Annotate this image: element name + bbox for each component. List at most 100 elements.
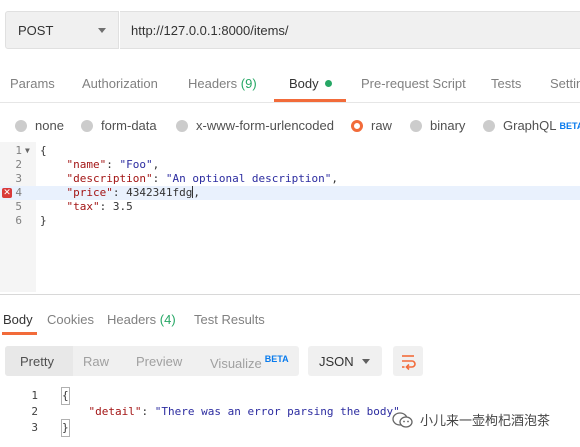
chevron-down-icon [98,28,106,33]
response-view-toggle: Pretty Raw Preview Visualize BETA [5,346,299,376]
line-number: 3 [15,172,22,185]
editor-line: 5 "tax": 3.5 [0,200,580,214]
tab-tests-label: Tests [491,76,522,91]
code-text: { [61,387,70,405]
radio-urlencoded[interactable]: x-www-form-urlencoded [176,118,334,133]
radio-raw-label: raw [371,118,392,133]
wrap-lines-icon [402,355,416,371]
tab-headers[interactable]: Headers (9) [188,76,257,91]
wechat-logo-icon [392,411,413,428]
view-visualize-button[interactable]: Visualize BETA [210,354,289,371]
json-key: "price" [66,186,113,199]
format-label: JSON [319,353,354,369]
radio-form-data[interactable]: form-data [81,118,157,133]
tab-authorization[interactable]: Authorization [82,76,158,91]
response-line: 1 { [0,387,580,405]
editor-line: 2 "name": "Foo", [0,158,580,172]
view-raw-label: Raw [83,354,110,369]
code-text: "description": "An optional description"… [66,172,339,185]
tab-pre-request-script[interactable]: Pre-request Script [361,76,466,91]
beta-badge: BETA [559,120,580,131]
response-tabs: Body Cookies Headers (4) Test Results [0,306,580,336]
line-number: 1 [31,389,38,402]
tab-body-label: Body [289,76,319,91]
beta-badge: BETA [264,354,289,364]
wrap-lines-button[interactable] [393,346,423,376]
radio-urlencoded-label: x-www-form-urlencoded [196,118,334,133]
radio-raw[interactable]: raw [351,118,392,133]
json-value-invalid: 4342341fdg [126,186,193,199]
radio-selected-icon [351,119,363,132]
pane-divider[interactable] [0,294,580,295]
tab-headers-label: Headers [188,76,238,91]
view-pretty-button[interactable]: Pretty [20,354,54,369]
json-value: "An optional description" [165,172,332,185]
request-tabs: Params Authorization Headers (9) Body Pr… [0,62,580,103]
json-key: "name" [66,158,107,171]
code-text: } [40,214,47,227]
code-text: } [61,419,70,437]
json-key: "description" [66,172,153,185]
line-number: 2 [31,405,38,418]
format-select[interactable]: JSON [308,346,382,376]
view-pretty-label: Pretty [20,354,54,369]
view-raw-button[interactable]: Raw [83,354,109,369]
radio-form-data-label: form-data [101,118,157,133]
view-preview-button[interactable]: Preview [136,354,182,369]
editor-line: 3 "description": "An optional descriptio… [0,172,580,186]
radio-binary-label: binary [430,118,466,133]
line-number: 2 [15,158,22,171]
line-number: 1 [15,144,22,157]
radio-none-label: none [35,118,64,133]
json-value: "There was an error parsing the body" [154,405,400,418]
code-text: "tax": 3.5 [66,200,133,213]
fold-arrow-icon[interactable]: ▼ [25,144,30,158]
code-text: { [40,144,47,157]
json-key: "tax" [66,200,100,213]
url-input[interactable]: http://127.0.0.1:8000/items/ [120,11,580,49]
tab-tests[interactable]: Tests [491,76,521,91]
line-number: 3 [31,421,38,434]
response-tab-headers[interactable]: Headers (4) [107,312,176,327]
radio-graphql[interactable]: GraphQLBETA [483,118,580,133]
headers-count-badge: (9) [240,76,257,91]
tab-params[interactable]: Params [10,76,55,91]
method-select[interactable]: POST [5,11,119,49]
request-body-editor[interactable]: 1 ▼ { 2 "name": "Foo", 3 "description": … [0,142,580,292]
view-visualize-label: Visualize [210,356,262,371]
json-key: "detail" [88,405,142,418]
tab-authorization-label: Authorization [82,76,158,91]
line-number: 4 [15,186,22,199]
editor-line: 1 ▼ { [0,144,580,158]
response-tab-body-label: Body [3,312,33,327]
radio-none[interactable]: none [15,118,64,133]
response-tab-test-results-label: Test Results [194,312,265,327]
watermark-text: 小儿来一壶枸杞酒泡茶 [420,414,551,429]
tab-settings-label: Settin [550,76,580,91]
radio-circle-icon [410,119,422,132]
code-text: "price": 4342341fdg, [66,186,200,199]
method-label: POST [18,22,54,38]
json-value: "Foo" [119,158,153,171]
radio-circle-icon [15,119,27,132]
code-text: "detail": "There was an error parsing th… [88,405,400,418]
radio-circle-icon [483,119,495,132]
response-tab-body[interactable]: Body [3,312,33,327]
line-number: 5 [15,200,22,213]
body-mode-radios: none form-data x-www-form-urlencoded raw… [0,112,580,138]
response-tab-cookies-label: Cookies [47,312,94,327]
response-headers-count: (4) [159,312,176,327]
chevron-down-icon [362,359,370,364]
active-response-tab-underline [2,332,37,335]
response-tab-headers-label: Headers [107,312,157,327]
response-tab-cookies[interactable]: Cookies [47,312,94,327]
tab-body[interactable]: Body [289,76,332,91]
code-text: "name": "Foo", [66,158,160,171]
tab-settings[interactable]: Settin [550,76,580,91]
tab-pre-request-label: Pre-request Script [361,76,466,91]
editor-line: 6 } [0,214,580,228]
response-tab-test-results[interactable]: Test Results [194,312,265,327]
radio-graphql-label: GraphQL [503,118,557,133]
body-indicator-dot [324,80,332,87]
radio-binary[interactable]: binary [410,118,465,133]
